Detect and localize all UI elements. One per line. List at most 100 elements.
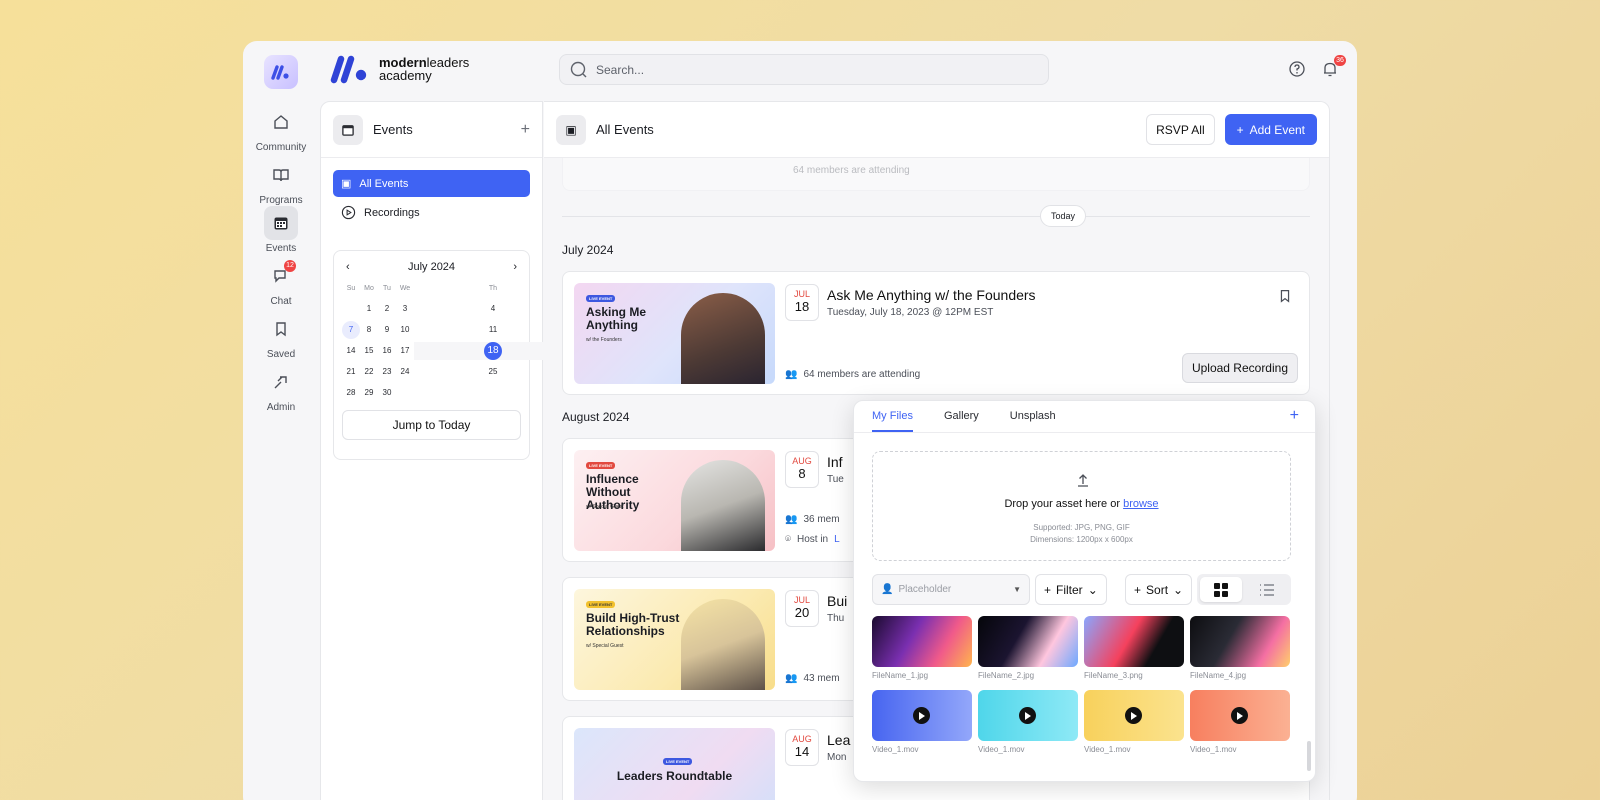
today-pill: Today — [1040, 205, 1087, 227]
calendar-day[interactable]: 2 — [378, 300, 396, 318]
weekday-label: Tu — [383, 285, 391, 292]
file-tile[interactable]: Video_1.mov — [1084, 690, 1184, 754]
event-thumbnail: LIVE EVENT Leaders Roundtable — [574, 728, 775, 800]
file-tile[interactable]: FileName_3.png — [1084, 616, 1184, 680]
calendar-day[interactable]: 24 — [396, 363, 414, 381]
browse-link[interactable]: browse — [1123, 498, 1158, 510]
calendar-day[interactable]: 1 — [360, 300, 378, 318]
rail-community[interactable]: Community — [243, 105, 319, 153]
search-input[interactable] — [596, 62, 996, 77]
calendar-day[interactable]: 22 — [360, 363, 378, 381]
events-main-header: ▣ All Events RSVP All + Add Event — [544, 102, 1329, 158]
file-tile[interactable]: FileName_4.jpg — [1190, 616, 1290, 680]
app-logo[interactable] — [264, 55, 298, 89]
sort-button[interactable]: + Sort ⌄ — [1125, 574, 1193, 605]
date-box: JUL 20 — [785, 590, 819, 627]
asset-picker-tabs: My Files Gallery Unsplash + — [854, 401, 1315, 433]
grid-view-icon[interactable] — [1200, 577, 1242, 602]
calendar-day[interactable]: 30 — [378, 384, 396, 402]
attendees-row: 👥 36 mem — [785, 514, 840, 525]
calendar-day[interactable]: 21 — [342, 363, 360, 381]
file-tile[interactable]: FileName_2.jpg — [978, 616, 1078, 680]
tab-gallery[interactable]: Gallery — [944, 410, 979, 432]
bookmark-icon[interactable] — [1277, 288, 1293, 304]
search-icon — [570, 61, 587, 77]
chat-badge: 12 — [284, 260, 296, 272]
calendar-day[interactable]: 17 — [396, 342, 414, 360]
file-name: FileName_1.jpg — [872, 671, 929, 680]
rail-admin[interactable]: Admin — [243, 365, 319, 413]
event-title[interactable]: Lea — [827, 732, 850, 748]
file-preview — [872, 690, 972, 741]
calendar-day[interactable]: 3 — [396, 300, 414, 318]
calendar-day[interactable]: 15 — [360, 342, 378, 360]
rail-programs[interactable]: Programs — [243, 158, 319, 206]
prev-month-chevron-icon[interactable]: ‹ — [346, 261, 350, 273]
calendar-day[interactable]: 9 — [378, 321, 396, 339]
event-card[interactable]: LIVE EVENT Asking Me Anything w/ the Fou… — [562, 271, 1310, 395]
file-tile[interactable]: Video_1.mov — [978, 690, 1078, 754]
calendar-day[interactable]: 28 — [342, 384, 360, 402]
select-placeholder: Placeholder — [898, 584, 952, 595]
file-tile[interactable]: FileName_1.jpg — [872, 616, 972, 680]
date-month: AUG — [792, 456, 812, 466]
host-link[interactable]: L — [834, 534, 840, 545]
file-preview — [1190, 690, 1290, 741]
event-title[interactable]: Inf — [827, 454, 843, 470]
calendar-day[interactable]: 7 — [342, 321, 360, 339]
rsvp-all-button[interactable]: RSVP All — [1146, 114, 1215, 145]
tab-unsplash[interactable]: Unsplash — [1010, 410, 1056, 432]
nav-all-events[interactable]: ▣ All Events — [333, 170, 530, 197]
list-view-icon[interactable] — [1246, 577, 1288, 602]
file-drop-zone[interactable]: Drop your asset here or browse Supported… — [872, 451, 1291, 561]
rail-chat[interactable]: 12 Chat — [243, 259, 319, 307]
events-sidebar-title: Events — [373, 122, 413, 137]
thumbnail-subtitle: w/ the Founders — [586, 337, 622, 343]
calendar-day[interactable]: 29 — [360, 384, 378, 402]
live-event-pill: LIVE EVENT — [586, 601, 616, 608]
next-month-chevron-icon[interactable]: › — [513, 261, 517, 273]
tab-my-files[interactable]: My Files — [872, 410, 913, 432]
brand-logo[interactable]: modernleaders academy — [329, 54, 469, 84]
rail-label: Events — [265, 243, 297, 254]
global-search[interactable] — [559, 54, 1049, 85]
plus-icon: + — [1134, 582, 1142, 597]
nav-rail: Community Programs Events 12 Chat Saved … — [243, 41, 319, 800]
home-icon — [264, 105, 298, 139]
calendar-day[interactable]: 10 — [396, 321, 414, 339]
notifications-bell-icon[interactable]: 36 — [1320, 55, 1346, 79]
add-event-button[interactable]: + Add Event — [1224, 114, 1317, 145]
add-icon[interactable]: + — [1290, 407, 1299, 425]
file-tile[interactable]: Video_1.mov — [872, 690, 972, 754]
brand-mark-icon — [330, 55, 367, 84]
bookmark-icon — [264, 312, 298, 346]
play-circle-icon — [341, 205, 356, 220]
event-title[interactable]: Ask Me Anything w/ the Founders — [827, 287, 1036, 303]
calendar-day[interactable]: 8 — [360, 321, 378, 339]
rail-events[interactable]: Events — [243, 206, 319, 254]
plus-icon: + — [1044, 582, 1052, 597]
jump-to-today-button[interactable]: Jump to Today — [342, 410, 521, 440]
file-tile[interactable]: Video_1.mov — [1190, 690, 1290, 754]
date-month: AUG — [792, 734, 812, 744]
admin-icon — [264, 365, 298, 399]
rail-saved[interactable]: Saved — [243, 312, 319, 360]
rail-label: Saved — [266, 349, 296, 360]
scrollbar[interactable] — [1307, 741, 1311, 771]
event-title[interactable]: Bui — [827, 593, 847, 609]
upload-recording-button[interactable]: Upload Recording — [1181, 353, 1298, 383]
thumbnail-title: Build High-Trust Relationships — [586, 611, 680, 638]
filter-button[interactable]: + Filter ⌄ — [1035, 574, 1107, 605]
live-event-pill: LIVE EVENT — [586, 462, 616, 469]
calendar-day[interactable]: 23 — [378, 363, 396, 381]
add-icon[interactable]: + — [521, 121, 530, 139]
help-icon[interactable] — [1287, 59, 1307, 79]
calendar-day[interactable]: 16 — [378, 342, 396, 360]
owner-select[interactable]: 👤 Placeholder ▼ — [872, 574, 1030, 605]
nav-recordings[interactable]: Recordings — [333, 199, 530, 226]
calendar-day[interactable]: 14 — [342, 342, 360, 360]
all-events-icon: ▣ — [341, 178, 352, 190]
date-day: 14 — [794, 744, 810, 759]
upload-icon — [1078, 474, 1088, 487]
previous-event-card: 64 members are attending — [562, 158, 1310, 191]
